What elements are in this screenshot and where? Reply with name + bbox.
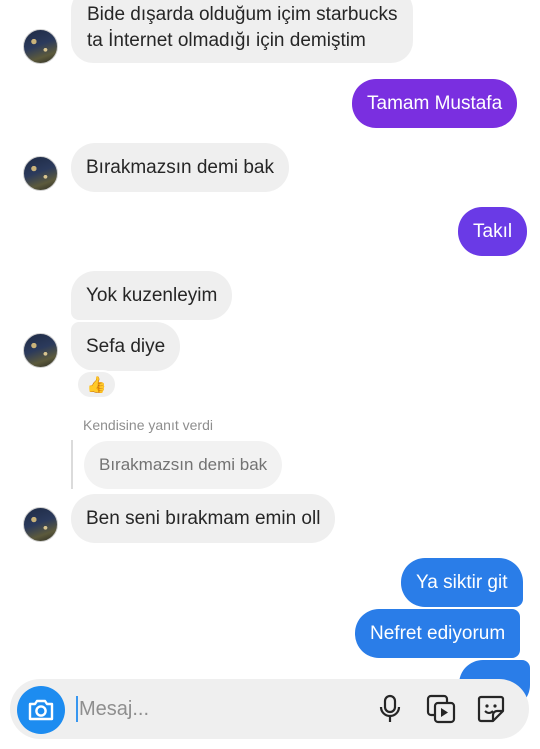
microphone-button[interactable] <box>374 693 406 725</box>
avatar[interactable] <box>23 156 58 191</box>
thumbs-up-icon: 👍 <box>86 376 107 394</box>
avatar[interactable] <box>23 29 58 64</box>
outgoing-message-bubble[interactable]: Nefret ediyorum <box>355 609 521 658</box>
reply-indicator-bar <box>71 440 73 489</box>
incoming-message-bubble[interactable]: Sefa diye <box>71 322 181 371</box>
message-input[interactable] <box>76 691 356 727</box>
sticker-button[interactable] <box>475 693 507 725</box>
gallery-icon <box>426 694 456 724</box>
incoming-message-bubble[interactable]: Ben seni bırakmam emin oll <box>71 494 336 543</box>
camera-icon <box>28 699 54 721</box>
microphone-icon <box>379 694 401 722</box>
message-text: Tamam Mustafa <box>367 93 503 114</box>
message-text: Ben seni bırakmam emin oll <box>86 508 321 529</box>
reaction-badge[interactable]: 👍 <box>76 370 117 399</box>
incoming-message-bubble[interactable]: Bırakmazsın demi bak <box>71 143 289 192</box>
message-text: Ya siktir git <box>416 572 508 593</box>
message-text-line: ta İnternet olmadığı için demiştim <box>87 30 366 51</box>
message-text: Yok kuzenleyim <box>86 285 218 306</box>
outgoing-message-bubble[interactable]: Ya siktir git <box>401 558 523 607</box>
gallery-button[interactable] <box>425 693 457 725</box>
quoted-text: Bırakmazsın demi bak <box>99 455 268 474</box>
message-text: Sefa diye <box>86 336 166 357</box>
message-text: Bırakmazsın demi bak <box>86 157 274 178</box>
outgoing-message-bubble[interactable]: Tamam Mustafa <box>352 79 518 128</box>
message-composer <box>10 679 529 739</box>
outgoing-message-bubble[interactable]: Takıl <box>458 207 528 256</box>
avatar[interactable] <box>23 507 58 542</box>
camera-button[interactable] <box>17 686 65 734</box>
incoming-message-bubble[interactable]: Bide dışarda olduğum içim starbucks ta İ… <box>71 0 414 63</box>
message-text-line: Bide dışarda olduğum içim starbucks <box>87 4 398 25</box>
reply-label: Kendisine yanıt verdi <box>83 417 213 433</box>
avatar[interactable] <box>23 333 58 368</box>
sticker-icon <box>477 695 505 723</box>
message-text: Takıl <box>473 221 513 242</box>
message-text: Nefret ediyorum <box>370 623 506 644</box>
quoted-message[interactable]: Bırakmazsın demi bak <box>84 441 283 489</box>
incoming-message-bubble[interactable]: Yok kuzenleyim <box>71 271 233 320</box>
